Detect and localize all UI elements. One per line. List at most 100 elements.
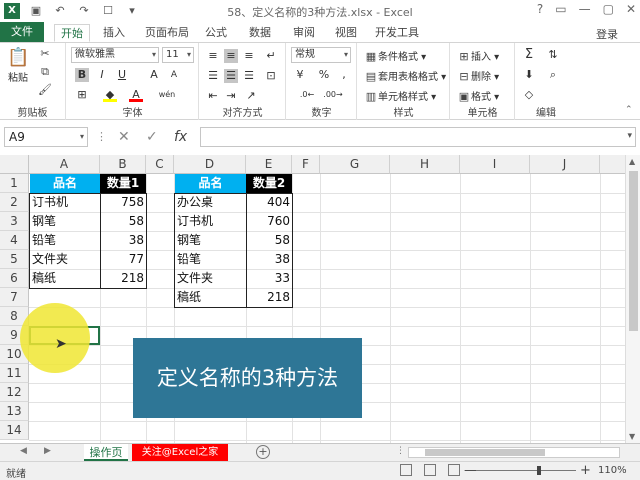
- table2-header-qty[interactable]: 数量2: [246, 174, 292, 193]
- row-header-2[interactable]: 2: [0, 193, 29, 212]
- row-header-1[interactable]: 1: [0, 174, 29, 193]
- normal-view-icon[interactable]: [400, 464, 412, 476]
- table2-cell[interactable]: 铅笔: [175, 250, 246, 269]
- paste-button[interactable]: 📋 粘贴: [6, 47, 30, 84]
- tab-file[interactable]: 文件: [0, 22, 44, 42]
- vertical-scroll-thumb[interactable]: [629, 171, 638, 331]
- align-top-icon[interactable]: ≡: [206, 49, 220, 63]
- row-header-13[interactable]: 13: [0, 402, 29, 421]
- decrease-indent-icon[interactable]: ⇤: [206, 89, 220, 103]
- sheet-tab-operate[interactable]: 操作页: [84, 444, 128, 461]
- row-header-5[interactable]: 5: [0, 250, 29, 269]
- currency-icon[interactable]: ¥: [293, 68, 307, 82]
- zoom-in-button[interactable]: +: [580, 463, 591, 478]
- clear-icon[interactable]: ◇: [522, 88, 536, 102]
- align-left-icon[interactable]: ☰: [206, 69, 220, 83]
- add-sheet-icon[interactable]: +: [256, 445, 270, 459]
- table2-cell[interactable]: 订书机: [175, 212, 246, 231]
- format-as-table-button[interactable]: ▤ 套用表格格式 ▾: [364, 68, 446, 84]
- table1-cell[interactable]: 文件夹: [30, 250, 100, 269]
- sheet-next-icon[interactable]: ▶: [44, 446, 51, 456]
- table1-cell[interactable]: 218: [100, 269, 146, 288]
- table2-cell[interactable]: 办公桌: [175, 193, 246, 212]
- column-header-d[interactable]: D: [174, 155, 246, 174]
- sheet-tab-follow[interactable]: 关注@Excel之家: [132, 444, 228, 461]
- table1-cell[interactable]: 38: [100, 231, 146, 250]
- orientation-icon[interactable]: ↗: [244, 89, 258, 103]
- tab-home[interactable]: 开始: [54, 24, 90, 42]
- italic-button[interactable]: I: [95, 68, 109, 82]
- table2-cell[interactable]: 760: [246, 212, 292, 231]
- table1-header-qty[interactable]: 数量1: [100, 174, 146, 193]
- row-header-7[interactable]: 7: [0, 288, 29, 307]
- horizontal-scroll-thumb[interactable]: [425, 449, 545, 456]
- table2-header-name[interactable]: 品名: [175, 174, 246, 193]
- sheet-prev-icon[interactable]: ◀: [20, 446, 27, 456]
- table2-cell[interactable]: 58: [246, 231, 292, 250]
- column-header-f[interactable]: F: [292, 155, 320, 174]
- table2-cell[interactable]: 文件夹: [175, 269, 246, 288]
- tab-review[interactable]: 审阅: [288, 24, 320, 42]
- copy-button[interactable]: ⧉: [38, 65, 52, 79]
- formula-input[interactable]: ▾: [200, 127, 636, 147]
- column-header-h[interactable]: H: [390, 155, 460, 174]
- increase-decimal-icon[interactable]: .0←: [297, 88, 317, 102]
- ribbon-display-icon[interactable]: ▭: [555, 2, 566, 16]
- cell-styles-button[interactable]: ▥ 单元格样式 ▾: [364, 88, 436, 104]
- column-header-j[interactable]: J: [530, 155, 600, 174]
- table2-cell[interactable]: 33: [246, 269, 292, 288]
- fill-color-button[interactable]: ◆: [103, 88, 117, 102]
- scroll-up-icon[interactable]: ▲: [629, 157, 635, 166]
- column-header-g[interactable]: G: [320, 155, 390, 174]
- row-header-11[interactable]: 11: [0, 364, 29, 383]
- table1-cell[interactable]: 77: [100, 250, 146, 269]
- insert-cells-button[interactable]: ⊞ 插入 ▾: [457, 48, 499, 64]
- table1-cell[interactable]: 钢笔: [30, 212, 100, 231]
- align-bottom-icon[interactable]: ≡: [242, 49, 256, 63]
- table2-cell[interactable]: 404: [246, 193, 292, 212]
- cut-button[interactable]: ✂: [38, 47, 52, 61]
- table2-cell[interactable]: 38: [246, 250, 292, 269]
- format-cells-button[interactable]: ▣ 格式 ▾: [457, 88, 499, 104]
- sort-filter-icon[interactable]: ⇅: [546, 48, 560, 62]
- shrink-font-button[interactable]: A: [167, 68, 181, 82]
- percent-button[interactable]: %: [317, 68, 331, 82]
- font-size-dropdown[interactable]: 11 ▾: [162, 47, 194, 63]
- sheet-bar-splitter-icon[interactable]: ⋮: [396, 446, 405, 456]
- font-name-dropdown[interactable]: 微软雅黑 ▾: [71, 47, 159, 63]
- confirm-entry-icon[interactable]: ✓: [146, 129, 158, 145]
- tab-data[interactable]: 数据: [244, 24, 276, 42]
- zoom-slider-knob[interactable]: [537, 466, 541, 475]
- merge-center-icon[interactable]: ⊡: [264, 69, 278, 83]
- align-middle-icon[interactable]: ≡: [224, 49, 238, 63]
- tab-developer[interactable]: 开发工具: [372, 24, 422, 42]
- minimize-icon[interactable]: —: [579, 2, 591, 16]
- insert-function-icon[interactable]: fx: [174, 129, 187, 145]
- row-header-3[interactable]: 3: [0, 212, 29, 231]
- comma-button[interactable]: ,: [337, 68, 351, 82]
- decrease-decimal-icon[interactable]: .00→: [323, 88, 343, 102]
- tab-page-layout[interactable]: 页面布局: [140, 24, 194, 42]
- page-layout-view-icon[interactable]: [424, 464, 436, 476]
- find-select-icon[interactable]: ⌕: [546, 68, 560, 82]
- table2-cell[interactable]: 稿纸: [175, 288, 246, 307]
- wrap-text-icon[interactable]: ↵: [264, 49, 278, 63]
- fill-icon[interactable]: ⬇: [522, 68, 536, 82]
- maximize-icon[interactable]: ▢: [603, 2, 614, 16]
- tab-view[interactable]: 视图: [330, 24, 362, 42]
- underline-button[interactable]: U: [115, 68, 129, 82]
- align-center-icon[interactable]: ☰: [224, 69, 238, 83]
- tab-formulas[interactable]: 公式: [200, 24, 232, 42]
- number-format-dropdown[interactable]: 常规 ▾: [291, 47, 351, 63]
- select-all-corner[interactable]: [0, 155, 29, 174]
- column-header-c[interactable]: C: [146, 155, 174, 174]
- table1-header-name[interactable]: 品名: [30, 174, 100, 193]
- row-header-12[interactable]: 12: [0, 383, 29, 402]
- vertical-scrollbar[interactable]: ▲ ▼: [625, 155, 640, 443]
- worksheet-grid[interactable]: A B C D E F G H I J 1 2 3 4 5 6 7 8 9 10…: [0, 155, 625, 443]
- page-break-view-icon[interactable]: [448, 464, 460, 476]
- help-icon[interactable]: ?: [537, 2, 543, 16]
- table2-cell[interactable]: 钢笔: [175, 231, 246, 250]
- column-header-a[interactable]: A: [29, 155, 100, 174]
- zoom-slider[interactable]: [476, 470, 576, 471]
